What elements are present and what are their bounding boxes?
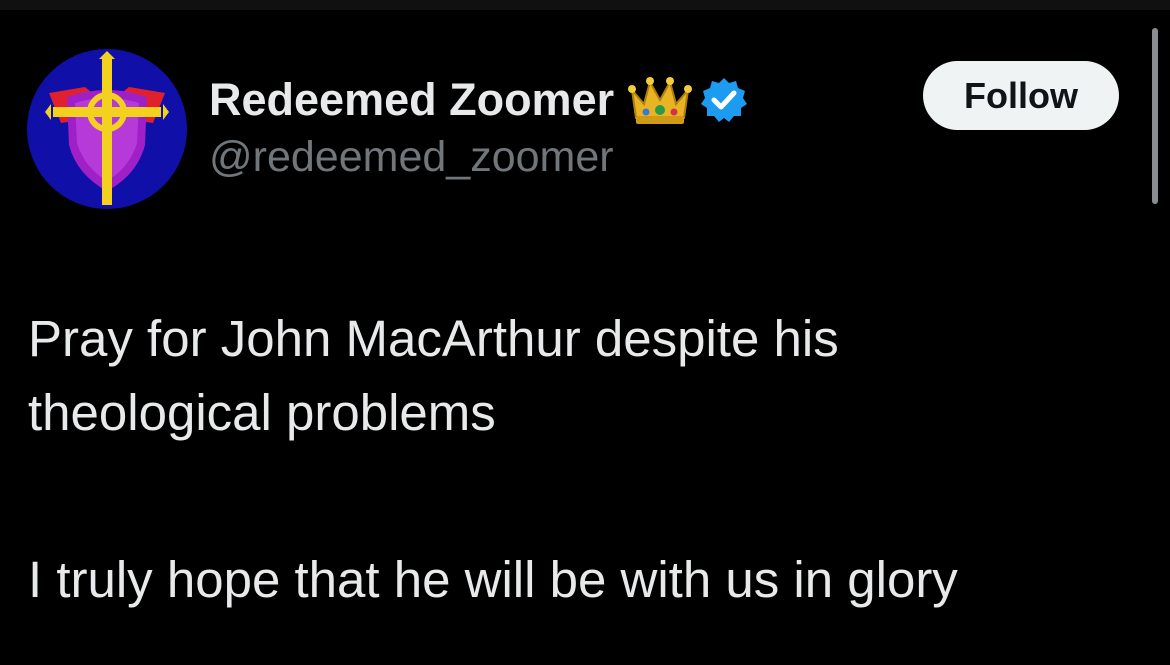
tweet-text-line: I truly hope that he will be with us in … — [28, 551, 958, 608]
crown-icon — [628, 77, 693, 124]
tweet-text-line: Pray for John MacArthur despite his — [28, 310, 839, 367]
scrollbar[interactable] — [1152, 28, 1158, 204]
avatar[interactable] — [27, 49, 187, 209]
display-name[interactable]: Redeemed Zoomer — [209, 74, 614, 126]
top-edge — [0, 0, 1170, 10]
follow-button-label: Follow — [964, 74, 1078, 116]
tweet-text-line: theological problems — [28, 384, 496, 441]
verified-icon[interactable] — [700, 76, 748, 124]
user-handle[interactable]: @redeemed_zoomer — [209, 133, 614, 182]
display-name-row: Redeemed Zoomer — [209, 70, 748, 130]
tweet-card: Redeemed Zoomer @redeemed_zoomer Follow … — [0, 0, 1170, 665]
follow-button[interactable]: Follow — [923, 61, 1119, 130]
